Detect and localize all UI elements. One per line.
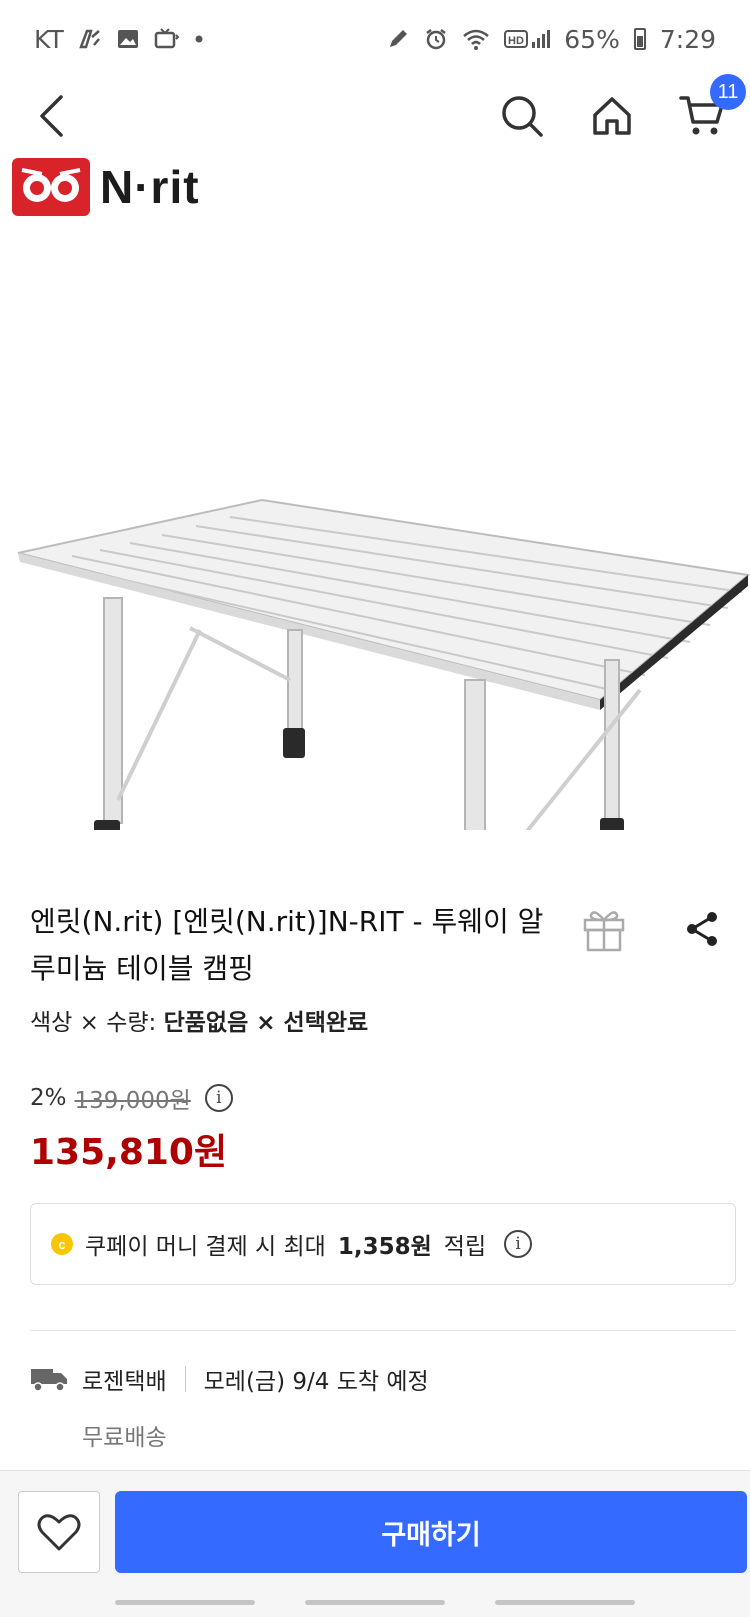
product-image[interactable]: N·rit	[0, 150, 750, 850]
nav-handle-home[interactable]	[305, 1600, 445, 1605]
alarm-icon	[424, 27, 448, 51]
option-label: 색상 × 수량:	[30, 1010, 157, 1036]
option-summary: 색상 × 수량: 단품없음 × 선택완료	[30, 1003, 368, 1037]
option-value: 단품없음 × 선택완료	[163, 1010, 369, 1036]
divider	[30, 1330, 736, 1331]
svg-text:HD: HD	[508, 35, 524, 47]
share-icon	[687, 912, 717, 946]
price-line: 2% 139,000원 i	[30, 1081, 233, 1115]
home-button[interactable]	[582, 86, 642, 146]
shipping-separator	[184, 1366, 186, 1392]
reward-text-suffix: 적립	[443, 1234, 487, 1260]
gift-button[interactable]	[582, 906, 626, 956]
back-arrow-icon	[40, 95, 63, 137]
tv-icon	[154, 27, 180, 51]
aluminum-table-illustration	[17, 498, 750, 830]
bottom-action-bar: 구매하기	[0, 1470, 750, 1617]
price-info-icon[interactable]: i	[204, 1084, 233, 1112]
owl-logo-icon	[12, 158, 90, 216]
discount-rate: 2%	[30, 1085, 67, 1111]
buy-button[interactable]: 구매하기	[115, 1491, 747, 1573]
cart-count-badge: 11	[710, 74, 746, 110]
mute-call-icon	[78, 27, 102, 51]
clock-time: 7:29	[659, 24, 716, 54]
battery-percent: 65%	[564, 24, 620, 54]
cart-button[interactable]: 11	[672, 74, 746, 146]
search-icon	[502, 96, 543, 137]
pen-icon	[386, 27, 410, 51]
reward-amount: 1,358원	[337, 1234, 432, 1260]
product-title-row: 엔릿(N.rit) [엔릿(N.rit)]N-RIT - 투웨이 알루미늄 테이…	[30, 898, 720, 992]
status-bar: KT HD 65% 7:29	[0, 0, 750, 78]
shipping-eta: 모레(금) 9/4 도착 예정	[203, 1369, 429, 1395]
carrier-label: KT	[34, 24, 64, 54]
status-left: KT	[34, 25, 204, 54]
wifi-icon	[462, 27, 490, 51]
brand-logo-text: N·rit	[100, 161, 200, 213]
nav-handle-back[interactable]	[495, 1600, 635, 1605]
hd-signal-icon: HD	[504, 27, 551, 51]
gallery-icon	[116, 27, 140, 51]
product-title: 엔릿(N.rit) [엔릿(N.rit)]N-RIT - 투웨이 알루미늄 테이…	[30, 905, 544, 985]
search-button[interactable]	[492, 86, 552, 146]
coin-icon: c	[51, 1233, 73, 1255]
shipping-info: 로젠택배 모레(금) 9/4 도착 예정	[30, 1362, 429, 1396]
reward-info-icon[interactable]: i	[504, 1230, 533, 1258]
header-actions: 11	[492, 74, 746, 146]
sale-price: 135,810원	[30, 1132, 228, 1173]
truck-icon	[31, 1369, 67, 1392]
heart-icon	[37, 1514, 81, 1551]
system-nav-handles	[0, 1600, 750, 1605]
original-price: 139,000원	[74, 1088, 191, 1114]
gift-icon	[583, 911, 625, 952]
share-button[interactable]	[684, 910, 720, 952]
title-actions	[582, 906, 720, 956]
shipping-carrier: 로젠택배	[82, 1369, 167, 1395]
reward-text-prefix: 쿠페이 머니 결제 시 최대	[85, 1234, 326, 1260]
wishlist-button[interactable]	[18, 1491, 100, 1573]
brand-logo: N·rit	[12, 158, 200, 216]
battery-icon	[633, 28, 646, 50]
dot-icon	[194, 34, 204, 44]
back-button[interactable]	[22, 86, 82, 146]
reward-box[interactable]: c 쿠페이 머니 결제 시 최대 1,358원 적립 i	[30, 1203, 736, 1285]
status-right: HD 65% 7:29	[386, 25, 716, 54]
shipping-fee: 무료배송	[82, 1425, 167, 1451]
home-icon	[593, 97, 631, 135]
nav-handle-recent[interactable]	[115, 1600, 255, 1605]
